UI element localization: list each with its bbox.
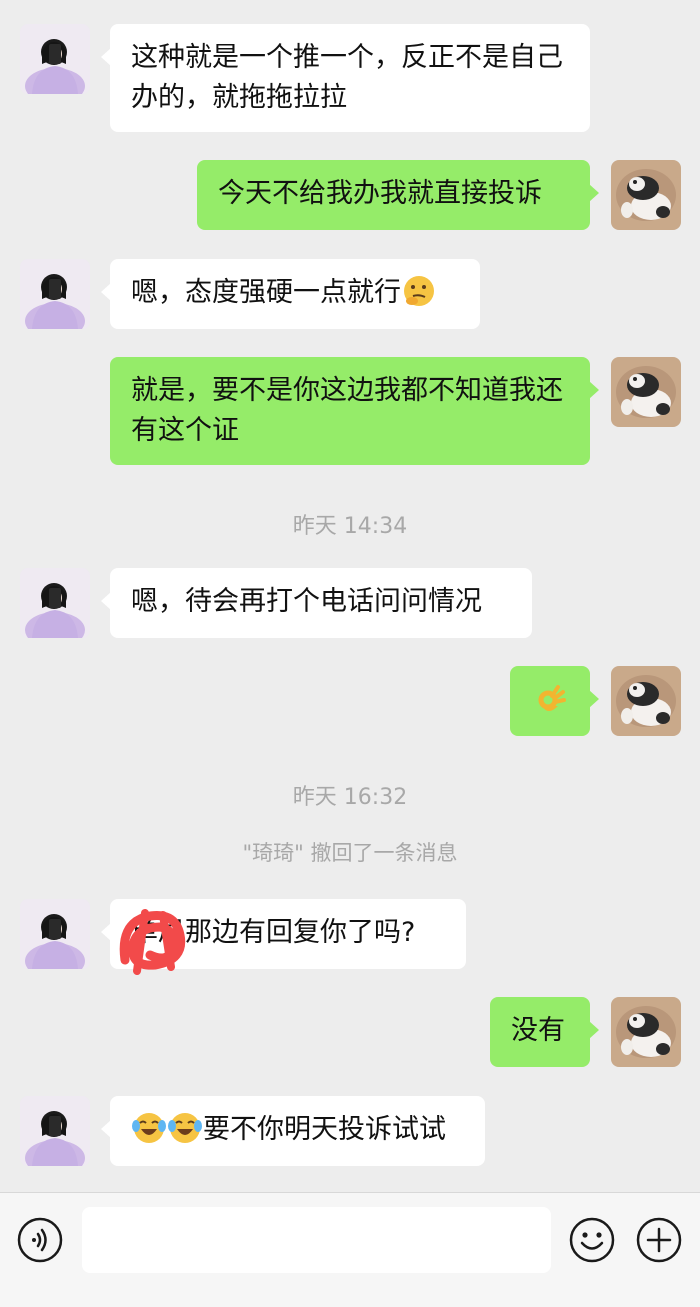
message-text: 嗯，态度强硬一点就行 (131, 277, 401, 308)
message-text: 没有 (511, 1015, 565, 1046)
message-bubble-incoming[interactable]: 嗯，态度强硬一点就行 (101, 259, 480, 329)
timestamp: 昨天 14:34 (292, 514, 408, 539)
message-bubble-incoming[interactable]: 这种就是一个推一个，反正不是自己办的，就拖拖拉拉 (101, 24, 590, 132)
self-avatar[interactable] (611, 357, 681, 427)
contact-avatar[interactable] (20, 259, 90, 329)
contact-avatar[interactable] (20, 899, 90, 969)
crying-laughing-emoji (168, 1112, 202, 1144)
message-text: 嗯，待会再打个电话问问情况 (131, 586, 482, 617)
self-avatar[interactable] (611, 666, 681, 736)
message-bubble-incoming[interactable]: 单局那边有回复你了吗? (101, 899, 466, 969)
self-avatar[interactable] (611, 160, 681, 230)
recall-notice: "琦琦" 撤回了一条消息 (242, 841, 458, 865)
message-bubble-outgoing[interactable]: 没有 (490, 997, 599, 1067)
ok-hand-emoji (534, 684, 568, 718)
message-text: 单局那边有回复你了吗? (131, 917, 416, 948)
message-text: 就是，要不是你这边我都不知道我还有这个证 (131, 375, 563, 446)
voice-icon[interactable] (17, 1217, 63, 1263)
contact-avatar[interactable] (20, 24, 90, 94)
message-input[interactable] (82, 1207, 551, 1273)
message-bubble-outgoing[interactable]: 就是，要不是你这边我都不知道我还有这个证 (110, 357, 599, 465)
self-avatar[interactable] (611, 997, 681, 1067)
message-text: 要不你明天投诉试试 (203, 1114, 446, 1145)
input-bar (0, 1192, 700, 1307)
emoji-icon[interactable] (569, 1217, 615, 1263)
chat-area[interactable]: 这种就是一个推一个，反正不是自己办的，就拖拖拉拉 今天不给我办我就直接投诉 嗯，… (0, 0, 700, 1192)
crying-laughing-emoji (132, 1112, 166, 1144)
contact-avatar[interactable] (20, 1096, 90, 1166)
contact-avatar[interactable] (20, 568, 90, 638)
message-bubble-outgoing[interactable] (510, 666, 599, 736)
thinking-face-emoji (403, 275, 435, 307)
plus-icon[interactable] (636, 1217, 682, 1263)
message-text: 今天不给我办我就直接投诉 (218, 178, 542, 209)
message-bubble-incoming[interactable]: 要不你明天投诉试试 (101, 1096, 485, 1166)
message-bubble-outgoing[interactable]: 今天不给我办我就直接投诉 (197, 160, 599, 230)
message-bubble-incoming[interactable]: 嗯，待会再打个电话问问情况 (101, 568, 532, 638)
timestamp: 昨天 16:32 (292, 785, 408, 810)
message-text: 这种就是一个推一个，反正不是自己办的，就拖拖拉拉 (131, 42, 563, 113)
